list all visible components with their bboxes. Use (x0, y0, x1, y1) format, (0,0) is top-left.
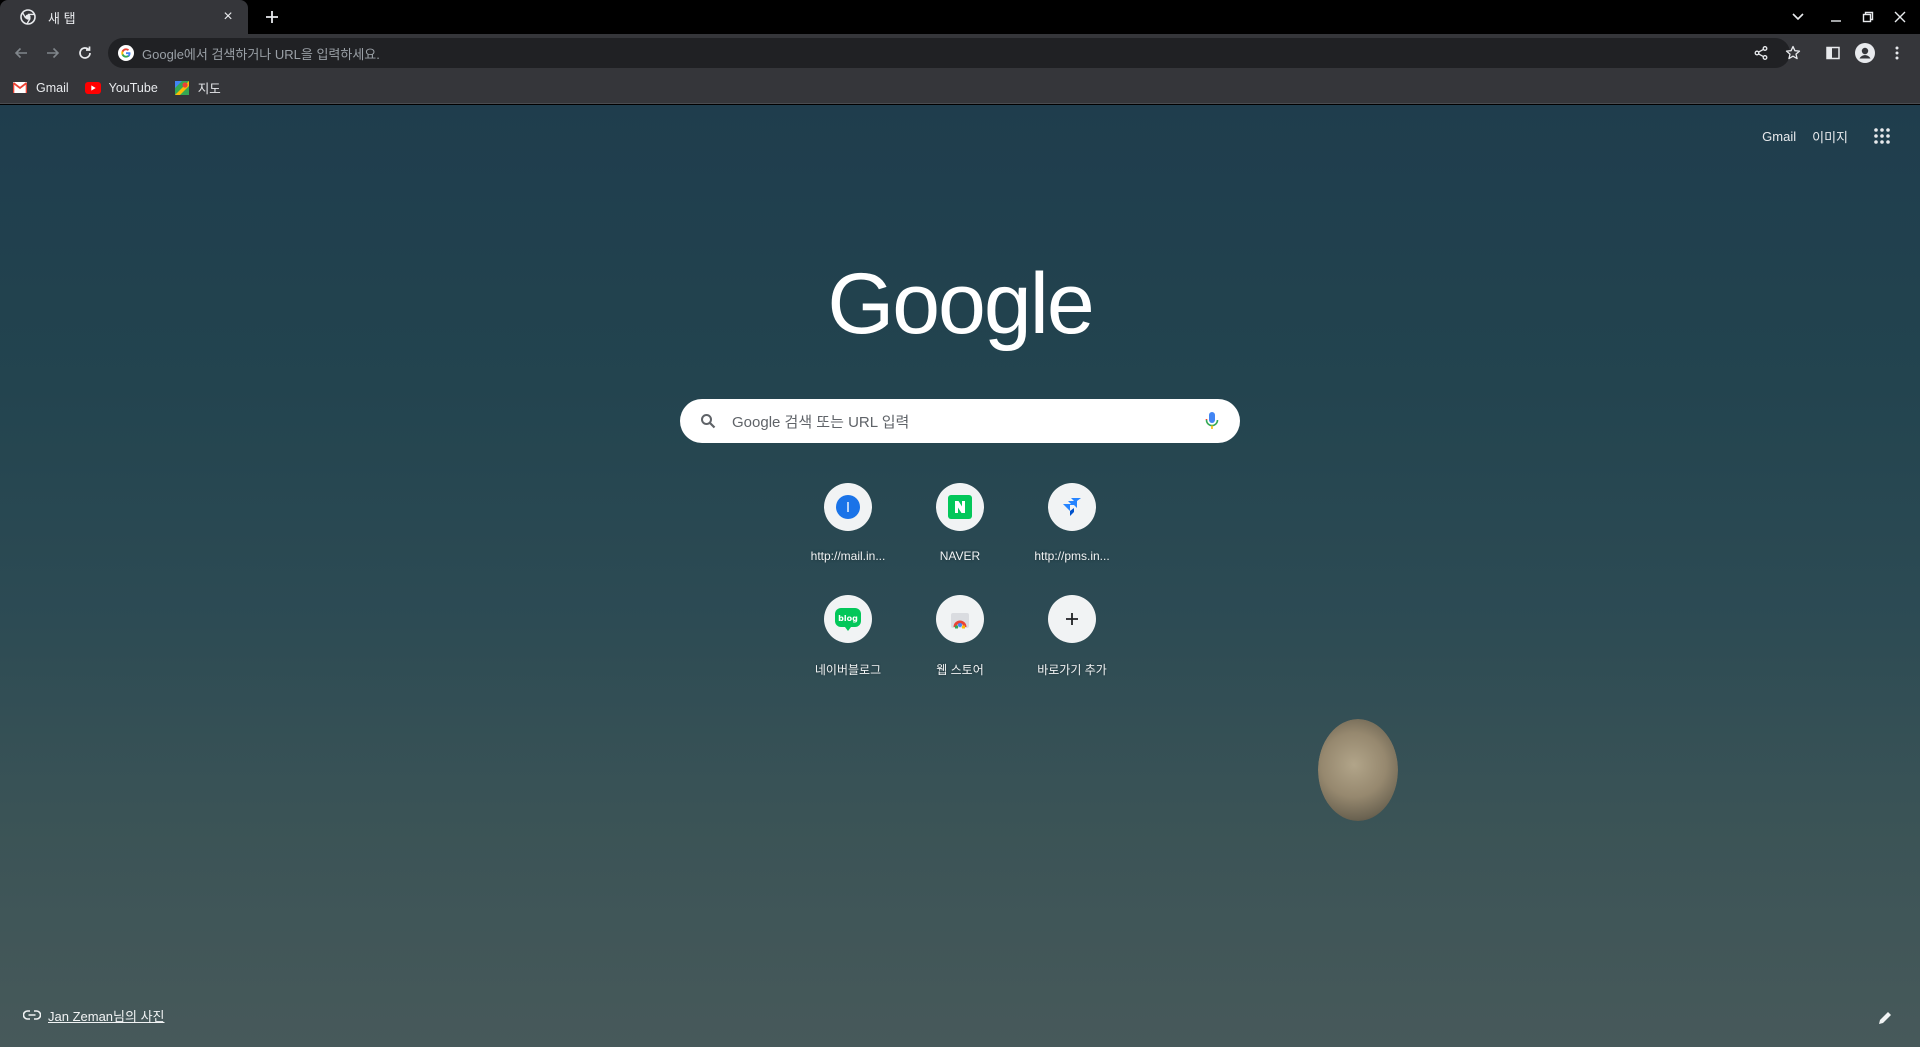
link-icon (22, 1005, 42, 1025)
shortcut-icon-bg (936, 483, 984, 531)
customize-chrome-button[interactable] (1872, 1005, 1898, 1031)
kebab-menu-icon (1895, 46, 1899, 60)
shortcut-icon-bg: blog (824, 595, 872, 643)
bookmark-label: 지도 (197, 82, 221, 96)
share-button[interactable] (1748, 40, 1774, 66)
plus-icon (266, 11, 278, 23)
side-panel-icon (1826, 46, 1840, 60)
youtube-icon (84, 80, 101, 96)
bookmark-youtube[interactable]: YouTube (84, 76, 158, 100)
shortcut-tile[interactable]: 웹 스토어 (904, 579, 1016, 683)
tab-search-button[interactable] (1782, 0, 1814, 34)
google-logo: Google (0, 255, 1920, 354)
menu-button[interactable] (1884, 40, 1910, 66)
add-icon (1066, 613, 1078, 625)
pencil-icon (1879, 1012, 1891, 1024)
background-moon (1318, 719, 1398, 821)
microphone-icon[interactable] (1202, 409, 1222, 433)
bookmark-gmail[interactable]: Gmail (12, 76, 69, 100)
shortcut-icon-bg (936, 595, 984, 643)
close-window-button[interactable] (1884, 0, 1916, 34)
logo-text: Google (827, 256, 1094, 352)
restore-button[interactable] (1852, 0, 1884, 34)
shortcut-label: 웹 스토어 (936, 663, 984, 677)
gmail-link[interactable]: Gmail (1762, 129, 1796, 144)
star-icon (1785, 45, 1801, 60)
attribution-text: Jan Zeman님의 사진 (48, 1008, 165, 1024)
top-links: Gmail 이미지 (1746, 124, 1894, 148)
close-icon (1894, 11, 1906, 23)
omnibox-placeholder: Google에서 검색하거나 URL을 입력하세요. (142, 46, 380, 62)
side-panel-button[interactable] (1820, 40, 1846, 66)
naver-blog-icon: blog (835, 608, 861, 631)
shortcut-icon-bg (1048, 483, 1096, 531)
gmail-icon (12, 80, 28, 96)
shortcut-tile[interactable]: NAVER (904, 467, 1016, 571)
bookmark-label: YouTube (108, 80, 158, 95)
search-icon (698, 411, 718, 431)
naver-icon (948, 495, 972, 519)
shortcut-icon-bg (1048, 595, 1096, 643)
chrome-icon (20, 9, 36, 25)
toolbar: Google에서 검색하거나 URL을 입력하세요. (0, 34, 1920, 72)
google-apps-icon[interactable] (1870, 124, 1894, 148)
new-tab-button[interactable] (260, 5, 284, 29)
ntp-search-box[interactable]: Google 검색 또는 URL 입력 (680, 399, 1240, 443)
omnibox[interactable]: Google에서 검색하거나 URL을 입력하세요. (108, 38, 1790, 68)
reload-icon (79, 46, 91, 59)
arrow-right-icon (47, 47, 60, 59)
maps-icon (174, 80, 190, 96)
reload-button[interactable] (72, 40, 98, 66)
chevron-down-icon (1792, 13, 1804, 21)
back-button[interactable] (8, 40, 34, 66)
restore-icon (1862, 11, 1874, 23)
shortcut-tile[interactable]: http://pms.in... (1016, 467, 1128, 571)
shortcut-label: 네이버블로그 (814, 663, 882, 677)
shortcut-label: http://pms.in... (1034, 549, 1110, 563)
avatar-icon (1855, 43, 1875, 63)
shortcuts-grid: http://mail.in... NAVER http://pms.in...… (792, 467, 1128, 683)
google-g-icon (118, 45, 134, 61)
bookmark-maps[interactable]: 지도 (174, 76, 221, 100)
tab-title: 새 탭 (48, 10, 76, 26)
tab-new-tab[interactable]: 새 탭 × (0, 0, 248, 34)
images-link[interactable]: 이미지 (1812, 127, 1848, 146)
search-placeholder: Google 검색 또는 URL 입력 (732, 413, 910, 431)
jira-icon (1063, 498, 1081, 516)
tab-strip: 새 탭 × (0, 0, 1920, 34)
minimize-icon (1831, 20, 1841, 22)
shortcut-tile[interactable]: http://mail.in... (792, 467, 904, 571)
profile-button[interactable] (1852, 40, 1878, 66)
bookmark-label: Gmail (36, 80, 69, 95)
shortcut-label: 바로가기 추가 (1037, 663, 1107, 677)
shortcut-tile[interactable]: 바로가기 추가 (1016, 579, 1128, 683)
tab-close-icon[interactable]: × (218, 7, 238, 27)
shortcut-label: NAVER (939, 549, 981, 563)
mail-site-icon (836, 495, 860, 519)
shortcut-icon-bg (824, 483, 872, 531)
arrow-left-icon (14, 47, 27, 59)
shortcut-tile[interactable]: blog 네이버블로그 (792, 579, 904, 683)
forward-button[interactable] (40, 40, 66, 66)
svg-text:blog: blog (838, 614, 858, 623)
minimize-button[interactable] (1820, 0, 1852, 34)
chrome-web-store-icon (951, 613, 969, 629)
background-attribution[interactable]: Jan Zeman님의 사진 (22, 1005, 164, 1025)
share-icon (1754, 46, 1768, 60)
shortcut-label: http://mail.in... (810, 549, 886, 563)
new-tab-page: Gmail 이미지 Google Google 검색 또는 URL 입력 htt… (0, 105, 1920, 1047)
bookmarks-bar: Gmail YouTube 지도 (0, 72, 1920, 104)
bookmark-star-button[interactable] (1780, 40, 1806, 66)
